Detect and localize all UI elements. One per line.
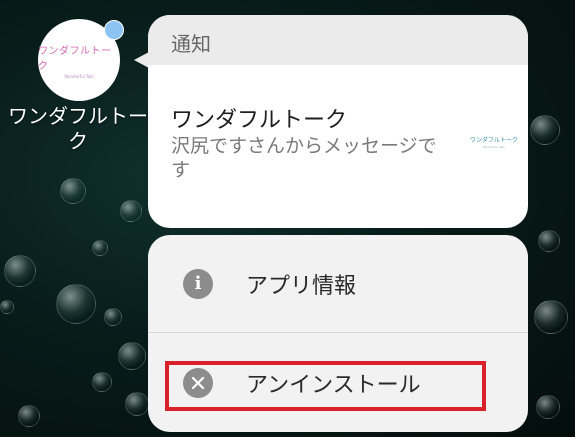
bubble-decoration [538,230,560,252]
notification-badge [104,20,124,40]
bubble-decoration [92,240,108,256]
notification-thumbnail: ワンダフルトーク Wonderful Talk [466,131,522,153]
popup-pointer [134,52,149,68]
app-logo-text: ワンダフルトーク [38,45,112,72]
bubble-decoration [120,200,142,222]
bubble-decoration [118,342,146,370]
bubble-decoration [530,115,560,145]
bubble-decoration [534,300,568,334]
notification-card[interactable]: 通知 ワンダフルトーク 沢尻ですさんからメッセージです ワンダフルトーク Won… [148,15,528,228]
bubble-decoration [0,300,14,314]
thumbnail-logo-subtext: Wonderful Talk [482,145,505,149]
bubble-decoration [104,308,122,326]
bubble-decoration [18,405,40,427]
info-icon: i [183,268,213,299]
menu-item-label: アプリ情報 [246,273,357,299]
bubble-decoration [56,284,96,324]
highlight-annotation-box [165,361,486,411]
notification-title: ワンダフルトーク [171,108,348,133]
bubble-decoration [92,372,112,392]
notification-message: 沢尻ですさんからメッセージです [171,135,437,181]
app-logo-subtext: Wonderful Talk [64,73,94,79]
bubble-decoration [4,255,36,287]
bubble-decoration [536,395,560,419]
app-label: ワンダフルトーク [8,104,148,153]
menu-item-app-info[interactable]: i アプリ情報 [148,235,528,333]
bubble-decoration [125,392,149,416]
bubble-decoration [60,178,86,204]
thumbnail-logo-text: ワンダフルトーク [469,137,518,144]
notification-header: 通知 [148,15,528,65]
